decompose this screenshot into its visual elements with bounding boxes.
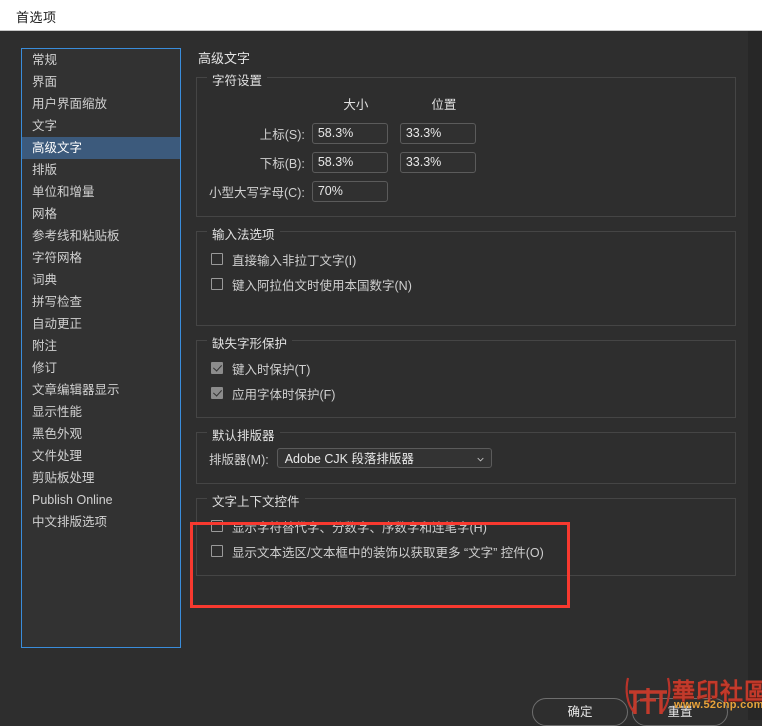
- sidebar-item-6[interactable]: 单位和增量: [22, 181, 180, 203]
- label-small-caps: 小型大写字母(C):: [209, 186, 305, 200]
- reset-button[interactable]: 重置: [632, 698, 728, 726]
- superscript-size-input[interactable]: 58.3%: [311, 123, 388, 144]
- group-title-default-composer: 默认排版器: [207, 425, 280, 444]
- dialog-body: 常规 界面 用户界面缩放 文字 高级文字 排版 单位和增量 网格 参考线和粘贴板 字符网格 词典 拼写…: [0, 31, 762, 726]
- preferences-dialog: 首选项 常规 界面 用户界面缩放 文字 高级文字 排版 单位和增量 网格 参考线和粘贴板 字符网格…: [0, 0, 762, 726]
- group-input-method-options: 输入法选项 直接输入非拉丁文字(I) 键入阿拉伯文时使用本国数字(N): [196, 224, 736, 326]
- checkbox-row-direct-non-latin[interactable]: 直接输入非拉丁文字(I): [209, 247, 723, 271]
- checkbox-direct-non-latin-icon[interactable]: [211, 253, 223, 265]
- sidebar-item-10[interactable]: 词典: [22, 269, 180, 291]
- composer-select[interactable]: Adobe CJK 段落排版器: [276, 448, 492, 468]
- checkbox-protect-when-typing-label: 键入时保护(T): [232, 362, 311, 377]
- table-row-small-caps: 小型大写字母(C): 70%: [209, 177, 488, 206]
- sidebar-item-8[interactable]: 参考线和粘贴板: [22, 225, 180, 247]
- checkbox-show-alternates-icon[interactable]: [211, 520, 223, 532]
- group-character-settings: 字符设置 大小 位置 上标(S): 58.3% 33.3% 下标(B): 58.…: [196, 70, 736, 217]
- sidebar-item-7[interactable]: 网格: [22, 203, 180, 225]
- checkbox-show-alternates-label: 显示字符替代字、分数字、序数字和连笔字(H): [232, 520, 487, 535]
- chevron-down-icon: [477, 457, 484, 462]
- label-superscript: 上标(S):: [259, 128, 305, 142]
- composer-selected-value: Adobe CJK 段落排版器: [284, 452, 414, 466]
- group-text-context-controls: 文字上下文控件 显示字符替代字、分数字、序数字和连笔字(H) 显示文本选区/文本…: [196, 491, 736, 576]
- group-missing-glyph-protection: 缺失字形保护 键入时保护(T) 应用字体时保护(F): [196, 333, 736, 418]
- page-title: 高级文字: [198, 51, 251, 66]
- sidebar-item-5[interactable]: 排版: [22, 159, 180, 181]
- window-title: 首选项: [16, 10, 57, 25]
- title-bar: 首选项: [0, 0, 762, 31]
- dialog-footer: 确定 重置: [0, 667, 748, 726]
- checkbox-arabic-native-digits-icon[interactable]: [211, 278, 223, 290]
- sidebar-item-15[interactable]: 文章编辑器显示: [22, 379, 180, 401]
- category-list[interactable]: 常规 界面 用户界面缩放 文字 高级文字 排版 单位和增量 网格 参考线和粘贴板 字符网格 词典 拼写…: [21, 48, 181, 648]
- sidebar-item-1[interactable]: 界面: [22, 71, 180, 93]
- sidebar-item-14[interactable]: 修订: [22, 357, 180, 379]
- composer-row: 排版器(M): Adobe CJK 段落排版器: [209, 447, 723, 469]
- group-title-missing-glyph: 缺失字形保护: [207, 333, 293, 352]
- superscript-position-input[interactable]: 33.3%: [399, 123, 476, 144]
- sidebar-item-16[interactable]: 显示性能: [22, 401, 180, 423]
- subscript-position-input[interactable]: 33.3%: [399, 152, 476, 173]
- checkbox-row-protect-when-typing[interactable]: 键入时保护(T): [209, 356, 723, 380]
- checkbox-direct-non-latin-label: 直接输入非拉丁文字(I): [232, 253, 357, 268]
- checkbox-protect-when-applying-font-icon[interactable]: [211, 387, 223, 399]
- sidebar-item-21[interactable]: 中文排版选项: [22, 511, 180, 533]
- checkbox-row-protect-when-applying-font[interactable]: 应用字体时保护(F): [209, 381, 723, 405]
- sidebar-item-13[interactable]: 附注: [22, 335, 180, 357]
- checkbox-arabic-native-digits-label: 键入阿拉伯文时使用本国数字(N): [232, 278, 412, 293]
- checkbox-row-show-alternates[interactable]: 显示字符替代字、分数字、序数字和连笔字(H): [209, 514, 723, 538]
- sidebar-item-12[interactable]: 自动更正: [22, 313, 180, 335]
- checkbox-show-decorations-icon[interactable]: [211, 545, 223, 557]
- sidebar-item-0[interactable]: 常规: [22, 49, 180, 71]
- sidebar-item-11[interactable]: 拼写检查: [22, 291, 180, 313]
- checkbox-row-arabic-native-digits[interactable]: 键入阿拉伯文时使用本国数字(N): [209, 272, 723, 296]
- checkbox-protect-when-applying-font-label: 应用字体时保护(F): [232, 387, 336, 402]
- table-header-row: 大小 位置: [209, 94, 488, 119]
- checkbox-protect-when-typing-icon[interactable]: [211, 362, 223, 374]
- sidebar-item-18[interactable]: 文件处理: [22, 445, 180, 467]
- checkbox-show-decorations-label: 显示文本选区/文本框中的装饰以获取更多 “文字” 控件(O): [232, 545, 544, 560]
- ok-button[interactable]: 确定: [532, 698, 628, 726]
- right-edge-strip: [748, 31, 762, 720]
- group-title-text-context-controls: 文字上下文控件: [207, 491, 305, 510]
- sidebar-item-19[interactable]: 剪贴板处理: [22, 467, 180, 489]
- table-row-superscript: 上标(S): 58.3% 33.3%: [209, 119, 488, 148]
- group-title-character-settings: 字符设置: [207, 70, 268, 89]
- group-default-composer: 默认排版器 排版器(M): Adobe CJK 段落排版器: [196, 425, 736, 484]
- checkbox-row-show-decorations[interactable]: 显示文本选区/文本框中的装饰以获取更多 “文字” 控件(O): [209, 539, 723, 563]
- column-header-position: 位置: [431, 98, 457, 112]
- small-caps-size-input[interactable]: 70%: [311, 181, 388, 202]
- sidebar-item-4[interactable]: 高级文字: [22, 137, 180, 159]
- character-settings-table: 大小 位置 上标(S): 58.3% 33.3% 下标(B): 58.3% 33…: [209, 94, 488, 206]
- sidebar-item-17[interactable]: 黑色外观: [22, 423, 180, 445]
- composer-label: 排版器(M):: [209, 452, 269, 467]
- sidebar-item-3[interactable]: 文字: [22, 115, 180, 137]
- label-subscript: 下标(B):: [259, 157, 305, 171]
- sidebar-item-2[interactable]: 用户界面缩放: [22, 93, 180, 115]
- settings-panel: 高级文字 字符设置 大小 位置 上标(S): 58.3% 33.3% 下标(B)…: [196, 48, 736, 590]
- subscript-size-input[interactable]: 58.3%: [311, 152, 388, 173]
- group-title-input-method: 输入法选项: [207, 224, 280, 243]
- sidebar-item-20[interactable]: Publish Online: [22, 489, 180, 511]
- sidebar-item-9[interactable]: 字符网格: [22, 247, 180, 269]
- table-row-subscript: 下标(B): 58.3% 33.3%: [209, 148, 488, 177]
- column-header-size: 大小: [343, 98, 369, 112]
